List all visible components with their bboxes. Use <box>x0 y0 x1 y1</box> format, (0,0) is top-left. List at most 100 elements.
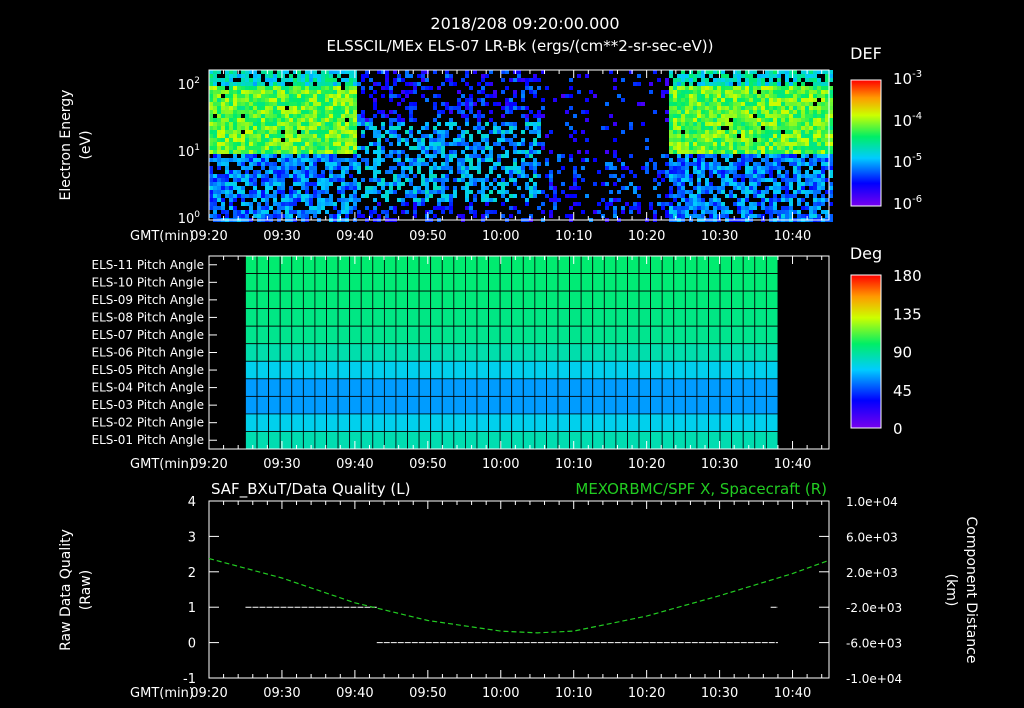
spectrogram-cell <box>829 182 833 186</box>
spectrogram-cell <box>569 94 573 98</box>
spectrogram-cell <box>237 110 241 114</box>
spectrogram-cell <box>265 130 269 134</box>
spectrogram-cell <box>453 150 457 154</box>
spectrogram-cell <box>477 190 481 194</box>
spectrogram-cell <box>293 138 297 142</box>
spectrogram-cell <box>809 98 813 102</box>
spectrogram-cell <box>785 98 789 102</box>
spectrogram-cell <box>341 186 345 190</box>
spectrogram-cell <box>793 170 797 174</box>
def-colorbar-label: DEF <box>850 44 882 63</box>
spectrogram-cell <box>745 150 749 154</box>
spectrogram-cell <box>741 114 745 118</box>
spectrogram-cell <box>437 198 441 202</box>
spectrogram-cell <box>233 146 237 150</box>
spectrogram-cell <box>673 174 677 178</box>
spectrogram-cell <box>273 106 277 110</box>
spectrogram-cell <box>469 146 473 150</box>
spectrogram-cell <box>793 142 797 146</box>
spectrogram-cell <box>341 190 345 194</box>
spectrogram-cell <box>785 150 789 154</box>
spectrogram-cell <box>345 110 349 114</box>
spectrogram-cell <box>821 118 825 122</box>
spectrogram-cell <box>265 206 269 210</box>
energy-y-tick-label: 100 <box>178 210 201 227</box>
spectrogram-cell <box>213 74 217 78</box>
spectrogram-cell <box>685 94 689 98</box>
spectrogram-cell <box>277 178 281 182</box>
spectrogram-cell <box>253 154 257 158</box>
spectrogram-cell <box>241 194 245 198</box>
spectrogram-cell <box>329 94 333 98</box>
spectrogram-cell <box>481 98 485 102</box>
spectrogram-cell <box>725 214 729 218</box>
spectrogram-cell <box>677 162 681 166</box>
spectrogram-cell <box>309 114 313 118</box>
spectrogram-cell <box>549 214 553 218</box>
energy-y-ticks: 100 101 102 <box>178 76 201 227</box>
spectrogram-cell <box>225 94 229 98</box>
spectrogram-cell <box>249 146 253 150</box>
spectrogram-cell <box>401 98 405 102</box>
spectrogram-cell <box>409 162 413 166</box>
spectrogram-cell <box>301 102 305 106</box>
pitch-cell <box>627 308 640 327</box>
spectrogram-cell <box>313 182 317 186</box>
pitch-cell <box>580 343 594 362</box>
spectrogram-cell <box>213 70 217 74</box>
spectrogram-cell <box>265 142 269 146</box>
spectrogram-cell <box>537 122 541 126</box>
spectrogram-cell <box>789 134 793 138</box>
spectrogram-cell <box>549 210 553 214</box>
spectrogram-cell <box>541 98 545 102</box>
spectrogram-cell <box>629 206 633 210</box>
spectrogram-cell <box>549 150 553 154</box>
spectrogram-cell <box>613 78 617 82</box>
pitch-cell <box>557 308 570 327</box>
spectrogram-cell <box>313 102 317 106</box>
spectrogram-cell <box>277 102 281 106</box>
spectrogram-cell <box>757 142 761 146</box>
spectrogram-cell <box>373 102 377 106</box>
spectrogram-cell <box>361 178 365 182</box>
spectrogram-cell <box>221 126 225 130</box>
spectrogram-cell <box>757 190 761 194</box>
spectrogram-cell <box>217 70 221 74</box>
spectrogram-cell <box>797 110 801 114</box>
spectrogram-cell <box>705 138 709 142</box>
spectrogram-cell <box>341 138 345 142</box>
spectrogram-cell <box>741 90 745 94</box>
spectrogram-cell <box>469 190 473 194</box>
spectrogram-cell <box>209 178 213 182</box>
spectrogram-cell <box>377 162 381 166</box>
spectrogram-cell <box>337 186 341 190</box>
spectrogram-cell <box>309 134 313 138</box>
spectrogram-cell <box>249 78 253 82</box>
pitch-cell <box>453 343 466 362</box>
pitch-cell <box>268 413 281 432</box>
pitch-cell <box>360 255 374 274</box>
spectrogram-cell <box>225 146 229 150</box>
spectrogram-cell <box>589 90 593 94</box>
spectrogram-cell <box>337 158 341 162</box>
spectrogram-cell <box>297 162 301 166</box>
spectrogram-cell <box>373 150 377 154</box>
spectrogram-cell <box>745 174 749 178</box>
spectrogram-cell <box>541 142 545 146</box>
spectrogram-cell <box>585 158 589 162</box>
pitch-cell <box>488 273 501 292</box>
spectrogram-cell <box>681 158 685 162</box>
spectrogram-cell <box>213 90 217 94</box>
spectrogram-cell <box>817 134 821 138</box>
spectrogram-cell <box>213 82 217 86</box>
pitch-cell <box>731 413 744 432</box>
spectrogram-cell <box>313 194 317 198</box>
spectrogram-cell <box>789 162 793 166</box>
spectrogram-cell <box>573 194 577 198</box>
spectrogram-cell <box>445 174 449 178</box>
pitch-cell <box>534 360 547 380</box>
pitch-cell <box>395 360 408 380</box>
spectrogram-cell <box>413 158 417 162</box>
spectrogram-cell <box>301 82 305 86</box>
pitch-cell <box>615 395 628 415</box>
